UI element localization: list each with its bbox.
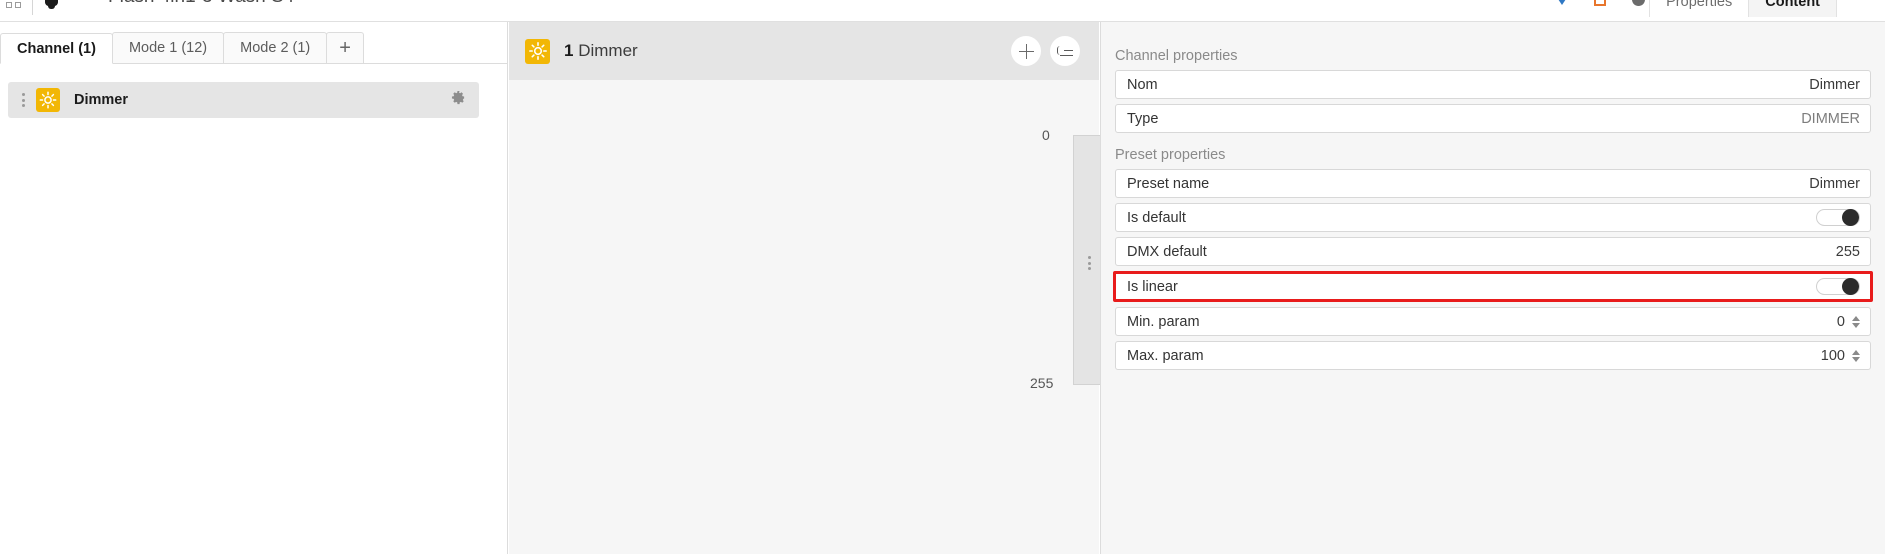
- field-label: Min. param: [1127, 313, 1200, 330]
- middle-panel: 1 Dimmer 0 255: [509, 22, 1575, 554]
- top-header-icon-group: [1556, 0, 1645, 6]
- channel-list: Dimmer: [0, 74, 508, 118]
- drag-handle-icon[interactable]: [17, 93, 29, 107]
- indent-list-icon: [1057, 45, 1073, 58]
- field-max-param[interactable]: Max. param 100: [1115, 341, 1871, 370]
- divider: [32, 0, 33, 15]
- channel-title: Dimmer: [578, 41, 638, 60]
- list-item-label: Dimmer: [74, 92, 128, 108]
- add-tab-button[interactable]: +: [326, 32, 364, 63]
- top-header-bar: Flash 4in1-3 Wash S4 Properties Content: [0, 0, 1885, 22]
- field-value: 0: [1836, 313, 1845, 330]
- stepper-icon[interactable]: [1852, 349, 1860, 362]
- field-value-group: 100: [1821, 348, 1860, 364]
- drag-handle-icon[interactable]: [1083, 256, 1095, 270]
- section-title-preset-properties: Preset properties: [1115, 147, 1226, 163]
- field-value: 255: [1835, 243, 1860, 260]
- left-panel: Channel (1) Mode 1 (12) Mode 2 (1) + Dim…: [0, 22, 508, 554]
- field-label: Is linear: [1127, 278, 1178, 295]
- field-label: DMX default: [1127, 243, 1207, 260]
- field-nom[interactable]: Nom Dimmer: [1115, 70, 1871, 99]
- grid-icon[interactable]: [6, 0, 22, 13]
- sun-glyph: [39, 91, 57, 109]
- header-action-buttons: [1011, 36, 1080, 66]
- field-label: Max. param: [1127, 347, 1204, 364]
- stepper-icon[interactable]: [1852, 315, 1860, 328]
- field-label: Is default: [1127, 209, 1186, 226]
- field-dmx-default[interactable]: DMX default 255: [1115, 237, 1871, 266]
- tab-mode-1[interactable]: Mode 1 (12): [111, 32, 225, 63]
- add-icon: [1018, 43, 1034, 59]
- field-value-group: 0: [1837, 314, 1860, 330]
- field-value: Dimmer: [1809, 175, 1860, 192]
- list-view-button[interactable]: [1050, 36, 1080, 66]
- field-value: Dimmer: [1809, 76, 1860, 93]
- channel-index: 1: [564, 41, 574, 60]
- field-label: Preset name: [1127, 175, 1210, 192]
- top-tab-strip: Properties Content: [1649, 0, 1837, 17]
- field-value: DIMMER: [1801, 110, 1860, 127]
- field-preset-name[interactable]: Preset name Dimmer: [1115, 169, 1871, 198]
- tab-mode-2[interactable]: Mode 2 (1): [223, 32, 328, 63]
- bulb-icon: [43, 0, 60, 16]
- field-min-param[interactable]: Min. param 0: [1115, 307, 1871, 336]
- section-title-channel-properties: Channel properties: [1115, 48, 1238, 64]
- tab-content[interactable]: Content: [1748, 0, 1837, 17]
- document-title: Flash 4in1-3 Wash S4: [108, 0, 294, 8]
- channel-tab-strip: Channel (1) Mode 1 (12) Mode 2 (1) +: [0, 32, 508, 64]
- add-button[interactable]: [1011, 36, 1041, 66]
- gear-glyph: [451, 90, 465, 105]
- field-is-default[interactable]: Is default: [1115, 203, 1871, 232]
- is-default-toggle[interactable]: [1816, 209, 1860, 226]
- gear-icon[interactable]: [451, 90, 466, 110]
- is-linear-toggle[interactable]: [1816, 278, 1860, 295]
- tab-properties[interactable]: Properties: [1649, 0, 1749, 17]
- field-label: Nom: [1127, 76, 1158, 93]
- axis-label-bottom: 255: [1030, 375, 1054, 391]
- top-header-left-group: [6, 0, 60, 16]
- list-item[interactable]: Dimmer: [8, 82, 479, 118]
- tab-channel[interactable]: Channel (1): [0, 33, 113, 64]
- circle-icon[interactable]: [1632, 0, 1645, 6]
- sun-icon: [525, 38, 550, 64]
- right-properties-panel: Channel properties Nom Dimmer Type DIMME…: [1100, 22, 1885, 554]
- axis-label-top: 0: [1042, 127, 1050, 143]
- page-title: 1 Dimmer: [564, 41, 638, 61]
- field-is-linear[interactable]: Is linear: [1113, 271, 1873, 302]
- field-label: Type: [1127, 110, 1159, 127]
- app-root: Flash 4in1-3 Wash S4 Properties Content …: [0, 0, 1885, 554]
- field-type[interactable]: Type DIMMER: [1115, 104, 1871, 133]
- field-value: 100: [1820, 347, 1845, 364]
- sun-icon: [36, 88, 60, 112]
- arrow-down-icon[interactable]: [1556, 0, 1568, 5]
- middle-panel-header: 1 Dimmer: [509, 22, 1099, 80]
- orange-square-icon[interactable]: [1594, 0, 1606, 6]
- sun-glyph: [528, 42, 547, 60]
